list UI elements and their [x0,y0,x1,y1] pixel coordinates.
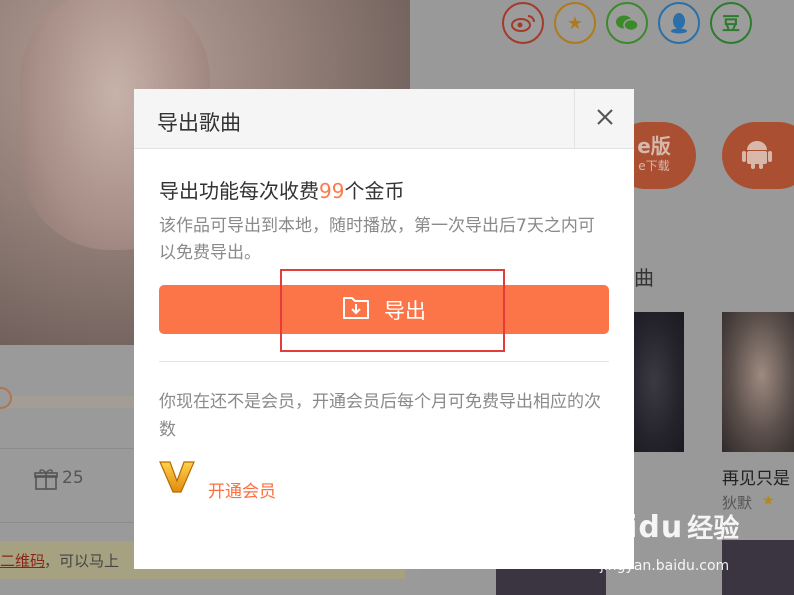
download-pill-android [722,122,794,189]
open-membership-link[interactable]: 开通会员 [208,477,276,502]
vip-icon [159,459,195,495]
export-dialog: 导出歌曲 导出功能每次收费99个金币 该作品可导出到本地，随时播放，第一次导出后… [134,89,634,569]
douban-icon: 豆 [710,2,752,44]
song-thumbnail [634,312,684,452]
artist-star-icon: ★ [762,493,775,509]
dialog-header: 导出歌曲 [134,89,634,149]
headline-suffix: 个金币 [344,179,405,203]
divider [159,361,609,362]
close-icon[interactable] [595,107,615,131]
android-icon [742,137,772,174]
section-title: 曲 [634,266,654,290]
qr-link: 二维码 [0,552,46,570]
song-thumbnail [722,540,794,595]
qr-banner-text: ，可以马上 [44,552,120,570]
qq-icon [658,2,700,44]
member-notice: 你现在还不是会员，开通会员后每个月可免费导出相应的次数 [159,392,601,440]
annotation-highlight-box [280,269,505,352]
gift-icon [34,468,58,494]
pill-subtext: e下载 [638,158,670,173]
song-title: 再见只是 [722,469,790,489]
song-thumbnail [722,312,794,452]
pill-text: e版 [637,133,671,158]
export-description: 该作品可导出到本地，随时播放，第一次导出后7天之内可以免费导出。 [159,216,595,263]
headline-prefix: 导出功能每次收费 [159,179,319,203]
watermark-brand-cn: 经验 [687,514,740,544]
star-icon: ★ [554,2,596,44]
export-fee-headline: 导出功能每次收费99个金币 [159,175,404,204]
wechat-icon [606,2,648,44]
close-button[interactable] [574,89,634,149]
weibo-icon [502,2,544,44]
dialog-title: 导出歌曲 [157,111,241,135]
fee-amount: 99 [319,179,345,203]
gift-count: 25 [62,468,84,488]
